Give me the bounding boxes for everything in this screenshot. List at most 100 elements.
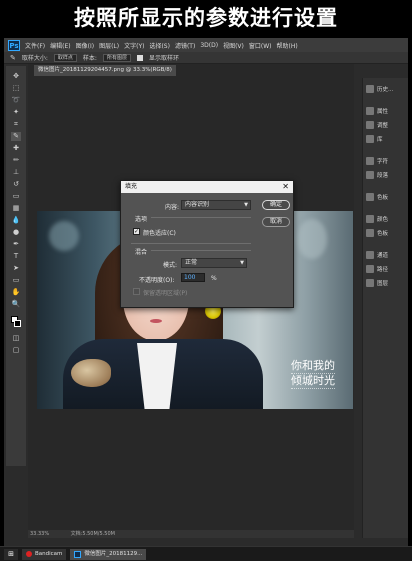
menu-edit[interactable]: 编辑(E) xyxy=(50,41,70,50)
document-tab[interactable]: 微信图片_20181129204457.png @ 33.3%(RGB/8) xyxy=(34,65,176,76)
photoshop-icon xyxy=(74,550,82,558)
paths-icon xyxy=(366,265,374,273)
sample-label: 样本: xyxy=(82,55,97,62)
doc-size: 文档:5.50M/5.50M xyxy=(70,531,115,537)
sample-size-select[interactable]: 取样点 xyxy=(53,53,77,62)
menu-bar: Ps 文件(F) 编辑(E) 图像(I) 图层(L) 文字(Y) 选择(S) 滤… xyxy=(4,38,408,52)
eraser-icon[interactable]: ▭ xyxy=(11,192,21,201)
panel-layers[interactable]: 图层 xyxy=(366,276,407,290)
document-tab-bar: 微信图片_20181129204457.png @ 33.3%(RGB/8) xyxy=(28,64,354,76)
color-icon xyxy=(366,215,374,223)
panel-history[interactable]: 历史... xyxy=(366,82,407,96)
content-select[interactable]: 内容识别 ▼ xyxy=(181,200,251,210)
close-icon[interactable]: ✕ xyxy=(282,181,289,193)
overlay-line-1: 你和我的 xyxy=(291,359,335,374)
quick-mask-icon[interactable]: ◫ xyxy=(11,334,21,343)
bandicam-icon xyxy=(26,551,32,557)
options-bar: ✎ 取样大小: 取样点 样本: 所有图层 显示取样环 xyxy=(4,52,408,64)
color-adapt-checkbox[interactable]: ✓ xyxy=(133,228,140,235)
history-icon xyxy=(366,85,374,93)
pen-icon[interactable]: ✒ xyxy=(11,240,21,249)
ps-logo: Ps xyxy=(8,39,20,51)
panel-paragraph[interactable]: 段落 xyxy=(366,168,407,182)
chevron-down-icon: ▼ xyxy=(240,260,244,266)
panel-adjustments[interactable]: 调整 xyxy=(366,118,407,132)
panel-character[interactable]: 字符 xyxy=(366,154,407,168)
tools-panel: ✥ ⬚ ➰ ✦ ⌗ ✎ ✚ ✏ ⊥ ↺ ▭ ▦ 💧 ● ✒ T ➤ ▭ ✋ 🔍 … xyxy=(6,66,26,466)
menu-window[interactable]: 窗口(W) xyxy=(249,41,272,50)
panel-channels[interactable]: 通道 xyxy=(366,248,407,262)
swatches-icon xyxy=(366,193,374,201)
gradient-icon[interactable]: ▦ xyxy=(11,204,21,213)
portrait-lips xyxy=(150,319,162,323)
taskbar-photoshop[interactable]: 微信图片_20181129... xyxy=(70,548,147,560)
content-label: 内容: xyxy=(165,204,180,211)
taskbar: ⊞ Bandicam 微信图片_20181129... xyxy=(0,546,412,561)
stamp-icon[interactable]: ⊥ xyxy=(11,168,21,177)
healing-icon[interactable]: ✚ xyxy=(11,144,21,153)
menu-select[interactable]: 选择(S) xyxy=(149,41,170,50)
group-divider xyxy=(131,243,251,244)
panel-color[interactable]: 颜色 xyxy=(366,212,407,226)
history-brush-icon[interactable]: ↺ xyxy=(11,180,21,189)
magic-wand-icon[interactable]: ✦ xyxy=(11,108,21,117)
menu-type[interactable]: 文字(Y) xyxy=(124,41,144,50)
taskbar-bandicam[interactable]: Bandicam xyxy=(22,548,67,560)
path-select-icon[interactable]: ➤ xyxy=(11,264,21,273)
bokeh-light xyxy=(297,219,327,259)
panel-paths[interactable]: 路径 xyxy=(366,262,407,276)
menu-view[interactable]: 视图(V) xyxy=(223,41,244,50)
menu-3d[interactable]: 3D(D) xyxy=(200,42,218,49)
content-value: 内容识别 xyxy=(185,201,210,208)
dialog-title: 填充 xyxy=(125,183,138,190)
move-icon[interactable]: ✥ xyxy=(11,72,21,81)
zoom-icon[interactable]: 🔍 xyxy=(11,300,21,309)
lasso-icon[interactable]: ➰ xyxy=(11,96,21,105)
properties-icon xyxy=(366,107,374,115)
swatches-icon xyxy=(366,229,374,237)
shape-icon[interactable]: ▭ xyxy=(11,276,21,285)
mode-label: 模式: xyxy=(163,262,178,269)
panel-properties[interactable]: 属性 xyxy=(366,104,407,118)
menu-help[interactable]: 帮助(H) xyxy=(277,41,298,50)
opacity-input[interactable]: 100 xyxy=(181,273,205,282)
panel-swatches[interactable]: 色板 xyxy=(366,190,407,204)
zoom-level[interactable]: 33.33% xyxy=(30,531,49,537)
windows-start-icon[interactable]: ⊞ xyxy=(4,548,18,560)
mode-value: 正常 xyxy=(185,259,198,266)
options-group-title: 选项 xyxy=(135,216,148,223)
blend-group-title: 混合 xyxy=(135,249,148,256)
marquee-icon[interactable]: ⬚ xyxy=(11,84,21,93)
menu-layer[interactable]: 图层(L) xyxy=(99,41,119,50)
color-swatch-icon[interactable] xyxy=(11,316,21,330)
show-ring-checkbox[interactable] xyxy=(136,54,143,61)
panel-libraries[interactable]: 库 xyxy=(366,132,407,146)
menu-file[interactable]: 文件(F) xyxy=(25,41,45,50)
overlay-text: 你和我的 倾城时光 xyxy=(291,359,335,389)
overlay-line-2: 倾城时光 xyxy=(291,374,335,389)
dodge-icon[interactable]: ● xyxy=(11,228,21,237)
ok-button[interactable]: 确定 xyxy=(262,200,290,210)
opacity-label: 不透明度(O): xyxy=(139,277,175,284)
eyedropper-tool-icon: ✎ xyxy=(10,53,16,62)
hand-icon[interactable]: ✋ xyxy=(11,288,21,297)
panel-swatches-2[interactable]: 色板 xyxy=(366,226,407,240)
mode-select[interactable]: 正常 ▼ xyxy=(181,258,247,268)
type-icon[interactable]: T xyxy=(11,252,21,261)
preserve-transparency-checkbox[interactable] xyxy=(133,288,140,295)
screen-mode-icon[interactable]: ▢ xyxy=(11,346,21,355)
eyedropper-icon[interactable]: ✎ xyxy=(11,132,21,141)
bird-brooch xyxy=(71,359,111,387)
preserve-transparency-label: 保留透明区域(P) xyxy=(143,290,188,297)
menu-image[interactable]: 图像(I) xyxy=(76,41,94,50)
tutorial-caption: 按照所显示的参数进行设置 xyxy=(0,0,412,36)
channels-icon xyxy=(366,251,374,259)
cancel-button[interactable]: 取消 xyxy=(262,217,290,227)
sample-select[interactable]: 所有图层 xyxy=(102,53,131,62)
blur-icon[interactable]: 💧 xyxy=(11,216,21,225)
brush-icon[interactable]: ✏ xyxy=(11,156,21,165)
chevron-down-icon: ▼ xyxy=(244,202,248,208)
color-adapt-label: 颜色适应(C) xyxy=(143,230,176,237)
crop-icon[interactable]: ⌗ xyxy=(11,120,21,129)
menu-filter[interactable]: 滤镜(T) xyxy=(175,41,195,50)
